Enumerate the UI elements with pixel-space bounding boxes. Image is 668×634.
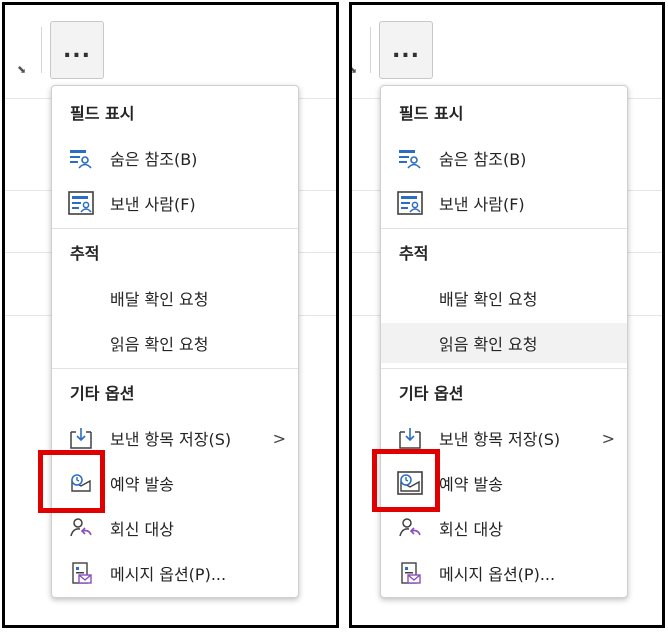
section-title-show-fields: 필드 표시 (70, 104, 135, 123)
menu-item-save-sent-items-label: 보낸 항목 저장(S) (110, 430, 232, 449)
more-options-button[interactable]: ... (50, 21, 104, 79)
menu-divider (52, 228, 298, 229)
menu-item-bcc[interactable]: 숨은 참조(B) (381, 138, 627, 178)
menu-item-bcc-label: 숨은 참조(B) (439, 150, 527, 169)
more-options-label: ... (62, 37, 92, 63)
section-title-show-fields: 필드 표시 (399, 104, 464, 123)
menu-divider (381, 368, 627, 369)
menu-item-read-receipt[interactable]: 읽음 확인 요청 (52, 323, 298, 363)
menu-item-message-options-label: 메시지 옵션(P)... (110, 565, 227, 584)
menu-item-from-label: 보낸 사람(F) (439, 195, 525, 214)
menu-item-read-receipt-label: 읽음 확인 요청 (110, 335, 209, 354)
menu-item-delivery-receipt[interactable]: 배달 확인 요청 (381, 278, 627, 318)
menu-item-from[interactable]: 보낸 사람(F) (52, 183, 298, 223)
menu-item-from-label: 보낸 사람(F) (110, 195, 196, 214)
more-options-label: ... (391, 37, 421, 63)
from-icon (397, 191, 423, 215)
more-options-menu: 필드 표시 숨은 참조(B) 보낸 사람(F) 추적 배달 확인 요청 읽음 확… (380, 85, 628, 598)
menu-item-direct-replies[interactable]: 회신 대상 (381, 508, 627, 548)
menu-item-message-options-label: 메시지 옵션(P)... (439, 565, 556, 584)
chevron-right-icon: > (601, 428, 615, 448)
more-options-menu: 필드 표시 숨은 참조(B) 보낸 사람(F) 추적 배달 확인 요청 읽음 확… (51, 85, 299, 598)
chevron-right-icon: > (272, 428, 286, 448)
direct-replies-icon (397, 516, 423, 540)
menu-item-read-receipt[interactable]: 읽음 확인 요청 (381, 323, 627, 363)
save-sent-items-icon (397, 426, 423, 450)
toolbar-separator (41, 27, 42, 73)
dialog-launcher-icon[interactable]: ⬊ (17, 63, 26, 76)
direct-replies-icon (68, 516, 94, 540)
section-title-tracking: 추적 (399, 244, 429, 263)
toolbar-separator (370, 27, 371, 73)
section-title-tracking: 추적 (70, 244, 100, 263)
menu-item-delay-delivery-label: 예약 발송 (439, 475, 503, 494)
menu-item-message-options[interactable]: 메시지 옵션(P)... (52, 553, 298, 593)
menu-item-direct-replies-label: 회신 대상 (439, 520, 503, 539)
highlight-box (372, 449, 440, 512)
menu-item-from[interactable]: 보낸 사람(F) (381, 183, 627, 223)
menu-item-delivery-receipt[interactable]: 배달 확인 요청 (52, 278, 298, 318)
dialog-launcher-icon[interactable]: ⬊ (352, 63, 357, 76)
menu-item-bcc-label: 숨은 참조(B) (110, 150, 198, 169)
menu-divider (381, 228, 627, 229)
menu-item-delivery-receipt-label: 배달 확인 요청 (439, 290, 538, 309)
menu-item-direct-replies-label: 회신 대상 (110, 520, 174, 539)
menu-item-direct-replies[interactable]: 회신 대상 (52, 508, 298, 548)
more-options-button[interactable]: ... (379, 21, 433, 79)
menu-item-delay-delivery-label: 예약 발송 (110, 475, 174, 494)
menu-item-save-sent-items-label: 보낸 항목 저장(S) (439, 430, 561, 449)
section-title-more-options: 기타 옵션 (70, 384, 135, 403)
left-panel: ⬊ ... 필드 표시 숨은 참조(B) 보낸 사람(F) 추적 배달 확인 요… (2, 2, 339, 628)
message-options-icon (397, 561, 423, 585)
menu-item-delivery-receipt-label: 배달 확인 요청 (110, 290, 209, 309)
menu-divider (52, 368, 298, 369)
message-options-icon (68, 561, 94, 585)
section-title-more-options: 기타 옵션 (399, 384, 464, 403)
menu-item-message-options[interactable]: 메시지 옵션(P)... (381, 553, 627, 593)
from-icon (68, 191, 94, 215)
bcc-icon (68, 146, 94, 170)
menu-item-bcc[interactable]: 숨은 참조(B) (52, 138, 298, 178)
save-sent-items-icon (68, 426, 94, 450)
bcc-icon (397, 146, 423, 170)
highlight-box (38, 450, 105, 513)
right-panel: ⬊ ... 필드 표시 숨은 참조(B) (349, 2, 665, 628)
menu-item-read-receipt-label: 읽음 확인 요청 (439, 335, 538, 354)
